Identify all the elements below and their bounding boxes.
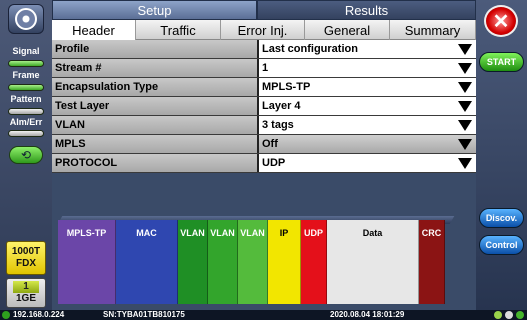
close-icon: ✕	[492, 10, 510, 33]
stream-dropdown[interactable]: 1	[259, 59, 476, 77]
setting-row-test-layer: Test Layer Layer 4	[52, 97, 476, 116]
right-sidebar: ✕ START Discov. Control	[476, 0, 527, 310]
clock-icon: ⟲	[20, 148, 32, 162]
alm-err-label: Alm/Err	[9, 117, 43, 127]
frame-structure-diagram: MPLS-TP MAC VLAN VLAN VLAN IP UDP Data C…	[56, 216, 456, 304]
dropdown-value: 1	[262, 62, 269, 74]
setting-row-encapsulation: Encapsulation Type MPLS-TP	[52, 78, 476, 97]
network-icon	[2, 311, 10, 319]
dropdown-arrow-icon	[458, 82, 472, 93]
port-number: 1	[13, 281, 39, 293]
status-icon	[516, 311, 524, 319]
setting-row-profile: Profile Last configuration	[52, 40, 476, 59]
close-button[interactable]: ✕	[484, 5, 518, 37]
serial-number: SN:TYBA01TB810175	[103, 310, 185, 319]
home-icon	[15, 8, 37, 30]
tab-error-inj[interactable]: Error Inj.	[221, 20, 305, 40]
dropdown-arrow-icon	[458, 101, 472, 112]
dropdown-arrow-icon	[458, 63, 472, 74]
battery-icon	[494, 311, 502, 319]
dropdown-value: Layer 4	[262, 100, 301, 112]
vlan-dropdown[interactable]: 3 tags	[259, 116, 476, 134]
frame-field-data[interactable]: Data	[327, 220, 419, 304]
setting-row-vlan: VLAN 3 tags	[52, 116, 476, 135]
setting-label: Test Layer	[52, 97, 259, 115]
setting-row-protocol: PROTOCOL UDP	[52, 154, 476, 173]
setting-label: MPLS	[52, 135, 259, 153]
setting-row-mpls: MPLS Off	[52, 135, 476, 154]
dropdown-value: 3 tags	[262, 119, 294, 131]
frame-fields: MPLS-TP MAC VLAN VLAN VLAN IP UDP Data C…	[58, 220, 445, 304]
start-button[interactable]: START	[479, 52, 524, 72]
encapsulation-dropdown[interactable]: MPLS-TP	[259, 78, 476, 96]
frame-field-vlan-2[interactable]: VLAN	[208, 220, 238, 304]
dropdown-value: MPLS-TP	[262, 81, 311, 93]
dropdown-value: UDP	[262, 157, 286, 169]
pattern-label: Pattern	[10, 94, 42, 104]
signal-led[interactable]	[8, 60, 44, 67]
dropdown-value: Off	[262, 138, 278, 150]
tab-summary[interactable]: Summary	[390, 20, 476, 40]
frame-field-ip[interactable]: IP	[268, 220, 301, 304]
test-layer-dropdown[interactable]: Layer 4	[259, 97, 476, 115]
tab-results[interactable]: Results	[257, 0, 476, 20]
dropdown-arrow-icon	[458, 44, 472, 55]
frame-field-crc[interactable]: CRC	[419, 220, 445, 304]
discover-button[interactable]: Discov.	[479, 208, 524, 228]
protocol-dropdown[interactable]: UDP	[259, 154, 476, 172]
alm-err-led[interactable]	[8, 130, 44, 137]
link-rate: 1000T	[11, 246, 41, 257]
setting-label: Profile	[52, 40, 259, 58]
left-sidebar: Signal Frame Pattern Alm/Err ⟲ 1000T FDX…	[0, 0, 52, 310]
setting-label: VLAN	[52, 116, 259, 134]
top-tabs: Setup Results	[52, 0, 476, 20]
frame-field-vlan-3[interactable]: VLAN	[238, 220, 268, 304]
setting-row-stream: Stream # 1	[52, 59, 476, 78]
dropdown-arrow-icon	[458, 120, 472, 131]
header-settings: Profile Last configuration Stream # 1 En…	[52, 40, 476, 173]
setting-label: Encapsulation Type	[52, 78, 259, 96]
duplex-mode: FDX	[16, 258, 36, 269]
home-button[interactable]	[8, 4, 44, 34]
main-panel: Setup Results Header Traffic Error Inj. …	[52, 0, 476, 310]
date-time: 2020.08.04 18:01:29	[330, 310, 405, 319]
frame-field-mac[interactable]: MAC	[116, 220, 178, 304]
tab-setup[interactable]: Setup	[52, 0, 257, 20]
status-bar: 192.168.0.224 SN:TYBA01TB810175 2020.08.…	[0, 310, 527, 320]
ip-address: 192.168.0.224	[13, 310, 65, 319]
frame-led[interactable]	[8, 84, 44, 91]
history-button[interactable]: ⟲	[9, 146, 43, 164]
control-button[interactable]: Control	[479, 235, 524, 255]
frame-field-udp[interactable]: UDP	[301, 220, 327, 304]
tab-traffic[interactable]: Traffic	[136, 20, 221, 40]
signal-label: Signal	[12, 46, 40, 56]
frame-field-vlan-1[interactable]: VLAN	[178, 220, 208, 304]
frame-field-mpls-tp[interactable]: MPLS-TP	[58, 220, 116, 304]
settings-icon	[505, 311, 513, 319]
frame-label: Frame	[12, 70, 40, 80]
port-rate: 1GE	[15, 293, 36, 304]
dropdown-arrow-icon	[458, 158, 472, 169]
link-rate-badge[interactable]: 1000T FDX	[6, 241, 46, 275]
pattern-led[interactable]	[8, 108, 44, 115]
mpls-dropdown[interactable]: Off	[259, 135, 476, 153]
tab-general[interactable]: General	[305, 20, 390, 40]
sub-tabs: Header Traffic Error Inj. General Summar…	[52, 20, 476, 40]
port-selector[interactable]: 1 1GE	[6, 278, 46, 308]
setting-label: Stream #	[52, 59, 259, 77]
profile-dropdown[interactable]: Last configuration	[259, 40, 476, 58]
setting-label: PROTOCOL	[52, 154, 259, 172]
dropdown-arrow-icon	[458, 139, 472, 150]
dropdown-value: Last configuration	[262, 43, 358, 55]
tab-header[interactable]: Header	[52, 20, 136, 40]
